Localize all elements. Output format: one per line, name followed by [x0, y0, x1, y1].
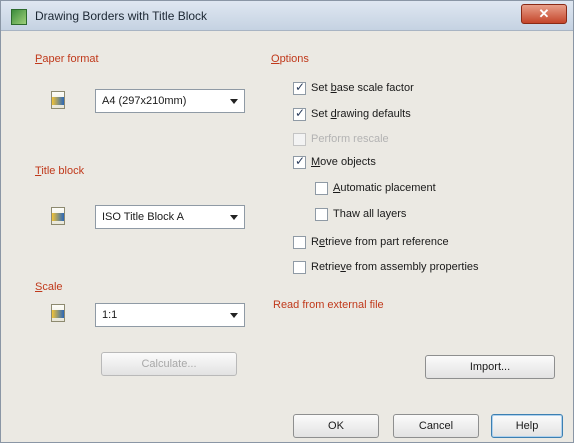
- options-label: Options: [271, 53, 309, 65]
- checkbox[interactable]: [293, 154, 306, 169]
- scale-label: Scale: [35, 281, 63, 293]
- chevron-down-icon: [230, 99, 238, 104]
- paper-format-icon: [51, 91, 65, 109]
- checkbox[interactable]: [315, 182, 328, 195]
- scale-value: 1:1: [102, 309, 118, 321]
- paper-format-select[interactable]: A4 (297x210mm): [95, 89, 245, 113]
- chevron-down-icon: [230, 215, 238, 220]
- checkbox[interactable]: [293, 106, 306, 121]
- calculate-button[interactable]: Calculate...: [101, 352, 237, 376]
- paper-format-label: Paper format: [35, 53, 99, 65]
- title-bar[interactable]: Drawing Borders with Title Block ✕: [1, 1, 573, 31]
- checkbox[interactable]: [293, 133, 306, 146]
- checkbox[interactable]: [293, 80, 306, 95]
- title-block-select[interactable]: ISO Title Block A: [95, 205, 245, 229]
- scale-select[interactable]: 1:1: [95, 303, 245, 327]
- chevron-down-icon: [230, 313, 238, 318]
- title-block-label: Title block: [35, 165, 85, 177]
- ok-button[interactable]: OK: [293, 414, 379, 438]
- title-block-value: ISO Title Block A: [102, 211, 184, 223]
- help-button[interactable]: Help: [491, 414, 563, 438]
- paper-format-value: A4 (297x210mm): [102, 95, 187, 107]
- import-button[interactable]: Import...: [425, 355, 555, 379]
- dialog-window: Drawing Borders with Title Block ✕ Paper…: [0, 0, 574, 443]
- checkbox[interactable]: [293, 236, 306, 249]
- checkbox[interactable]: [315, 208, 328, 221]
- window-title: Drawing Borders with Title Block: [35, 9, 208, 23]
- cancel-button[interactable]: Cancel: [393, 414, 479, 438]
- scale-icon: [51, 304, 65, 322]
- checkbox[interactable]: [293, 261, 306, 274]
- read-external-file-label: Read from external file: [273, 299, 384, 311]
- close-button[interactable]: ✕: [521, 4, 567, 24]
- app-icon: [11, 9, 27, 25]
- title-block-icon: [51, 207, 65, 225]
